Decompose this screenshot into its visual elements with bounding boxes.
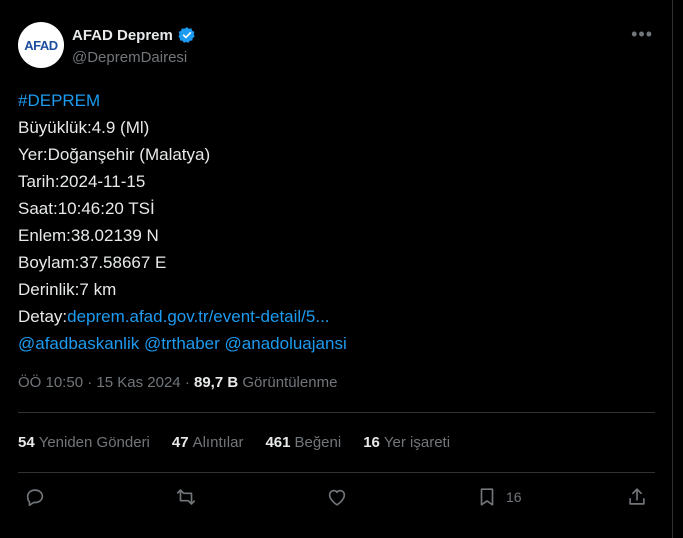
time-line: Saat:10:46:20 TSİ (18, 195, 347, 222)
latitude-label: Enlem: (18, 226, 71, 245)
post-text: #DEPREM Büyüklük:4.9 (Ml) Yer:Doğanşehir… (18, 87, 347, 357)
stat-likes[interactable]: 461 Beğeni (265, 434, 341, 451)
detail-label: Detay: (18, 307, 68, 326)
divider-top (18, 412, 655, 413)
mention-anadoluajansi[interactable]: @anadoluajansi (225, 334, 347, 353)
author-handle[interactable]: @DepremDairesi (72, 49, 187, 66)
more-options-icon[interactable]: ••• (631, 24, 653, 45)
post-date[interactable]: 15 Kas 2024 (96, 374, 180, 391)
author-name-row: AFAD Deprem (72, 26, 196, 44)
latitude-value: 38.02139 N (70, 226, 159, 245)
meta-separator: · (184, 374, 194, 391)
magnitude-line: Büyüklük:4.9 (Ml) (18, 114, 347, 141)
stat-reposts[interactable]: 54 Yeniden Gönderi (18, 434, 150, 451)
views-label: Görüntülenme (242, 374, 338, 391)
repost-icon (176, 489, 196, 505)
engagement-stats: 54 Yeniden Gönderi 47 Alıntılar 461 Beğeni … (18, 434, 450, 451)
reply-icon (26, 489, 44, 507)
latitude-line: Enlem:38.02139 N (18, 222, 347, 249)
date-label: Tarih: (18, 172, 60, 191)
share-button[interactable] (626, 486, 648, 508)
share-icon (629, 488, 645, 505)
magnitude-label: Büyüklük: (18, 118, 92, 137)
display-name[interactable]: AFAD Deprem (72, 27, 173, 44)
column-border (672, 0, 673, 538)
avatar[interactable]: AFAD (18, 22, 64, 68)
meta-separator: · (87, 374, 97, 391)
location-label: Yer: (18, 145, 48, 164)
divider-bottom (18, 472, 655, 473)
action-bar: 16 (0, 486, 683, 512)
longitude-label: Boylam: (18, 253, 80, 272)
avatar-logo-text: AFAD (24, 37, 58, 53)
date-line: Tarih:2024-11-15 (18, 168, 347, 195)
location-line: Yer:Doğanşehir (Malatya) (18, 141, 347, 168)
post-meta: ÖÖ 10:50 · 15 Kas 2024 · 89,7 B Görüntül… (18, 374, 337, 391)
longitude-line: Boylam:37.58667 E (18, 249, 347, 276)
depth-line: Derinlik:7 km (18, 276, 347, 303)
verified-badge-icon[interactable] (178, 26, 196, 44)
heart-icon (328, 489, 346, 506)
time-label: Saat: (18, 199, 58, 218)
time-value: 10:46:20 TSİ (57, 199, 155, 218)
views-count: 89,7 B (193, 374, 239, 391)
detail-link[interactable]: deprem.afad.gov.tr/event-detail/5... (67, 307, 329, 326)
mentions-line: @afadbaskanlik @trthaber @anadoluajansi (18, 330, 347, 357)
date-value: 2024-11-15 (59, 172, 146, 191)
bookmark-count: 16 (506, 489, 522, 505)
longitude-value: 37.58667 E (79, 253, 167, 272)
magnitude-value: 4.9 (Ml) (91, 118, 150, 137)
like-button[interactable] (326, 486, 348, 508)
repost-button[interactable] (175, 486, 197, 508)
stat-quotes[interactable]: 47 Alıntılar (172, 434, 244, 451)
mention-trthaber[interactable]: @trthaber (144, 334, 220, 353)
depth-label: Derinlik: (18, 280, 80, 299)
reply-button[interactable] (24, 486, 46, 508)
bookmark-icon (480, 488, 494, 506)
bookmark-button[interactable]: 16 (476, 486, 522, 508)
hashtag-line: #DEPREM (18, 87, 347, 114)
detail-line: Detay:deprem.afad.gov.tr/event-detail/5.… (18, 303, 347, 330)
depth-value: 7 km (79, 280, 117, 299)
stat-bookmarks[interactable]: 16 Yer işareti (363, 434, 450, 451)
mention-afadbaskanlik[interactable]: @afadbaskanlik (18, 334, 139, 353)
tweet-detail: AFAD AFAD Deprem @DepremDairesi ••• #DEP… (0, 0, 683, 538)
location-value: Doğanşehir (Malatya) (47, 145, 211, 164)
post-time[interactable]: ÖÖ 10:50 (18, 374, 83, 391)
hashtag-link[interactable]: #DEPREM (18, 91, 100, 110)
